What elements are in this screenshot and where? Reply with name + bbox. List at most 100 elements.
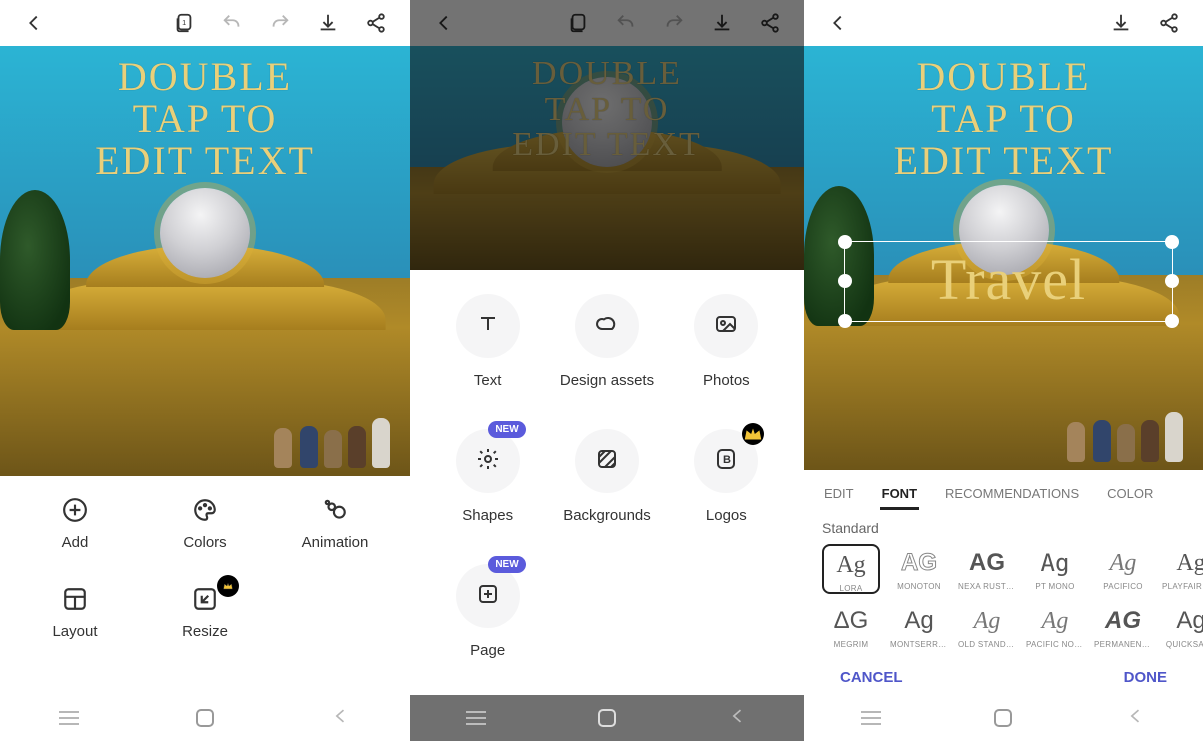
redo-button[interactable]	[650, 0, 698, 46]
resize-handle[interactable]	[1165, 314, 1179, 328]
selected-text[interactable]: Travel	[845, 242, 1172, 321]
font-row-2[interactable]: ΔGMEGRIM AgMONTSERRAT AgOLD STANDAR... A…	[804, 598, 1203, 652]
text-selection-box[interactable]: Travel	[844, 241, 1173, 322]
add-item-text[interactable]: Text	[428, 294, 547, 389]
font-chip-nexa[interactable]: AGNEXA RUST SLAB	[958, 544, 1016, 594]
add-item-backgrounds[interactable]: Backgrounds	[547, 429, 666, 524]
pages-button[interactable]	[554, 0, 602, 46]
cancel-button[interactable]: CANCEL	[840, 669, 903, 686]
font-chip-montserrat[interactable]: AgMONTSERRAT	[890, 602, 948, 648]
tool-label: Colors	[183, 534, 226, 551]
editable-text-layer[interactable]: DOUBLE TAP TO EDIT TEXT	[804, 56, 1203, 182]
pages-button[interactable]: 1	[160, 0, 208, 46]
photo-icon	[714, 312, 738, 340]
download-button[interactable]	[1097, 0, 1145, 46]
add-item-label: Logos	[706, 507, 747, 524]
font-chip-pacifico[interactable]: AgPACIFICO	[1094, 544, 1152, 594]
nav-back[interactable]	[331, 706, 351, 731]
top-toolbar: 1	[0, 0, 410, 46]
font-chip-monoton[interactable]: AGMONOTON	[890, 544, 948, 594]
text-edit-tabs: EDIT FONT RECOMMENDATIONS COLOR	[804, 470, 1203, 511]
new-badge: NEW	[488, 556, 525, 573]
cloud-shape-icon	[595, 312, 619, 340]
nav-home[interactable]	[196, 709, 214, 727]
tool-add[interactable]: Add	[10, 496, 140, 551]
resize-handle[interactable]	[1165, 235, 1179, 249]
add-item-label: Text	[474, 372, 502, 389]
tool-animation[interactable]: Animation	[270, 496, 400, 551]
android-navbar	[804, 696, 1203, 741]
nav-back[interactable]	[728, 706, 748, 731]
nav-home[interactable]	[994, 709, 1012, 727]
tab-recommendations[interactable]: RECOMMENDATIONS	[943, 480, 1081, 511]
new-badge: NEW	[488, 421, 525, 438]
editable-text-layer[interactable]: DOUBLE TAP TO EDIT TEXT	[0, 56, 410, 182]
canvas-area[interactable]: DOUBLE TAP TO EDIT TEXT Travel	[804, 46, 1203, 470]
add-item-label: Photos	[703, 372, 750, 389]
top-toolbar	[804, 0, 1203, 46]
tab-edit[interactable]: EDIT	[822, 480, 856, 511]
plus-circle-icon	[61, 496, 89, 524]
screen-font-picker: DOUBLE TAP TO EDIT TEXT Travel EDIT FONT…	[804, 0, 1203, 741]
font-chip-ptmono[interactable]: AgPT MONO	[1026, 544, 1084, 594]
add-item-logos[interactable]: B Logos	[667, 429, 786, 524]
download-button[interactable]	[698, 0, 746, 46]
back-button[interactable]	[814, 0, 862, 46]
text-icon	[476, 312, 500, 340]
font-sheet-actions: CANCEL DONE	[804, 653, 1203, 696]
add-item-shapes[interactable]: NEW Shapes	[428, 429, 547, 524]
share-button[interactable]	[352, 0, 400, 46]
tool-colors[interactable]: Colors	[140, 496, 270, 551]
font-chip-playfair[interactable]: AgPLAYFAIR DISPL...	[1162, 544, 1203, 594]
add-item-photos[interactable]: Photos	[667, 294, 786, 389]
share-button[interactable]	[746, 0, 794, 46]
tab-font[interactable]: FONT	[880, 480, 919, 511]
tool-label: Animation	[302, 534, 369, 551]
add-item-label: Backgrounds	[563, 507, 651, 524]
tool-label: Layout	[52, 623, 97, 640]
font-chip-quicksand[interactable]: AgQUICKSAND	[1162, 602, 1203, 648]
download-button[interactable]	[304, 0, 352, 46]
android-navbar	[410, 695, 804, 741]
font-chip-pacificnorth[interactable]: AgPACIFIC NORTH...	[1026, 602, 1084, 648]
animation-icon	[321, 496, 349, 524]
font-chip-lora[interactable]: AgLORA	[822, 544, 880, 594]
nav-home[interactable]	[598, 709, 616, 727]
canvas-area-dimmed[interactable]: DOUBLE TAP TO EDIT TEXT	[410, 46, 804, 270]
font-chip-megrim[interactable]: ΔGMEGRIM	[822, 602, 880, 648]
font-row-1[interactable]: AgLORA AGMONOTON AGNEXA RUST SLAB AgPT M…	[804, 540, 1203, 598]
add-bottom-sheet: Text Design assets Photos NEW Shapes Bac…	[410, 270, 804, 695]
resize-handle[interactable]	[838, 235, 852, 249]
back-button[interactable]	[10, 0, 58, 46]
editable-text-layer[interactable]: DOUBLE TAP TO EDIT TEXT	[410, 56, 804, 163]
nav-recents[interactable]	[466, 717, 486, 719]
svg-text:B: B	[723, 454, 731, 466]
redo-button[interactable]	[256, 0, 304, 46]
undo-button[interactable]	[602, 0, 650, 46]
resize-handle[interactable]	[838, 314, 852, 328]
premium-crown-icon	[742, 423, 764, 445]
add-item-design-assets[interactable]: Design assets	[547, 294, 666, 389]
canvas-area[interactable]: DOUBLE TAP TO EDIT TEXT	[0, 46, 410, 476]
buddha-statue	[160, 188, 250, 278]
font-chip-permanent[interactable]: AGPERMANENT M...	[1094, 602, 1152, 648]
nav-recents[interactable]	[861, 717, 881, 719]
screen-editor-main: 1 DOUBLE TAP TO EDIT TEXT Add Colors	[0, 0, 410, 741]
palette-icon	[191, 496, 219, 524]
tab-color[interactable]: COLOR	[1105, 480, 1155, 511]
add-item-page[interactable]: NEW Page	[428, 564, 547, 659]
svg-text:1: 1	[182, 18, 186, 27]
tool-layout[interactable]: Layout	[10, 585, 140, 640]
font-chip-oldstandard[interactable]: AgOLD STANDAR...	[958, 602, 1016, 648]
undo-button[interactable]	[208, 0, 256, 46]
android-navbar	[0, 695, 410, 741]
nav-recents[interactable]	[59, 717, 79, 719]
logo-b-icon: B	[714, 447, 738, 475]
add-item-label: Shapes	[462, 507, 513, 524]
premium-crown-icon	[217, 575, 239, 597]
tool-resize[interactable]: Resize	[140, 585, 270, 640]
nav-back[interactable]	[1126, 706, 1146, 731]
share-button[interactable]	[1145, 0, 1193, 46]
done-button[interactable]: DONE	[1124, 669, 1167, 686]
back-button[interactable]	[420, 0, 468, 46]
